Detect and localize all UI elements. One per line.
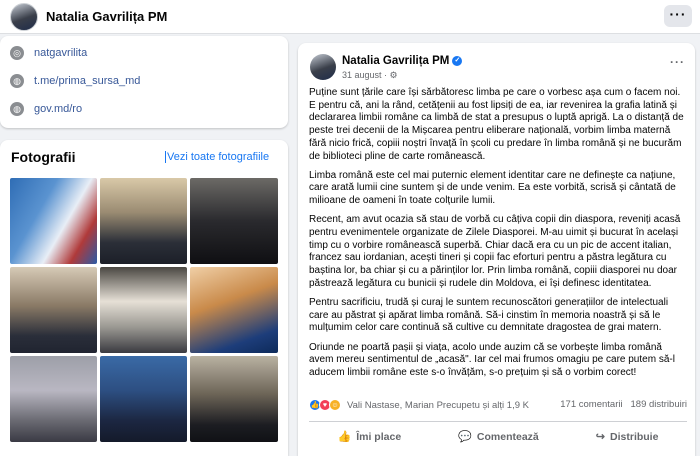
post-text: Puține sunt țările care își sărbătoresc … xyxy=(309,87,687,386)
more-options-button[interactable]: ··· xyxy=(664,5,692,27)
gov-link[interactable]: gov.md/ro xyxy=(34,103,82,115)
reactions-summary[interactable]: 👍 ♥ ☺ Vali Nastase, Marian Precupetu și … xyxy=(309,399,529,411)
globe-icon: ◍ xyxy=(10,102,24,116)
photo-thumbnail[interactable] xyxy=(190,178,278,264)
share-label: Distribuie xyxy=(610,430,659,443)
photo-thumbnail[interactable] xyxy=(100,178,187,264)
page-header: Natalia Gavrilița PM ··· xyxy=(0,0,700,34)
comment-button[interactable]: 💬 Comentează xyxy=(458,430,539,444)
comments-shares: 171 comentarii 189 distribuiri xyxy=(560,399,687,410)
post-author-avatar[interactable] xyxy=(310,54,336,80)
post-paragraph: Limba română este cel mai puternic eleme… xyxy=(309,169,676,207)
post-stats: 👍 ♥ ☺ Vali Nastase, Marian Precupetu și … xyxy=(309,399,687,413)
photos-card: Fotografii Vezi toate fotografiile xyxy=(0,140,288,456)
share-button[interactable]: ↪ Distribuie xyxy=(595,430,659,444)
like-icon: 👍 xyxy=(337,431,352,443)
photo-thumbnail[interactable] xyxy=(190,267,278,353)
instagram-link[interactable]: natgavrilita xyxy=(34,47,87,59)
care-reaction-icon: ☺ xyxy=(329,399,341,411)
reactions-text: Vali Nastase, Marian Precupetu și alți 1… xyxy=(347,399,529,411)
instagram-icon: ◎ xyxy=(10,46,24,60)
post-options-button[interactable]: ··· xyxy=(670,55,685,69)
post-paragraph: Pentru sacrificiu, trudă și curaj le sun… xyxy=(309,297,669,334)
photo-grid xyxy=(10,178,278,442)
post-actions: 👍 Îmi place 💬 Comentează ↪ Distribuie xyxy=(309,421,687,451)
intro-link-instagram[interactable]: ◎ natgavrilita xyxy=(10,44,87,62)
comments-count[interactable]: 171 comentarii xyxy=(560,399,622,410)
intro-link-telegram[interactable]: ◍ t.me/prima_sursa_md xyxy=(10,72,140,90)
photos-title: Fotografii xyxy=(11,149,76,165)
telegram-link[interactable]: t.me/prima_sursa_md xyxy=(34,75,140,87)
share-icon: ↪ xyxy=(595,431,606,443)
like-button[interactable]: 👍 Îmi place xyxy=(337,430,402,444)
photo-thumbnail[interactable] xyxy=(100,267,187,353)
like-label: Îmi place xyxy=(356,430,402,443)
post-paragraph: Recent, am avut ocazia să stau de vorbă … xyxy=(309,214,681,289)
shares-count[interactable]: 189 distribuiri xyxy=(631,399,688,410)
post-timestamp[interactable]: 31 august · ⚙ xyxy=(342,70,398,81)
post-paragraph: Puține sunt țările care își sărbătoresc … xyxy=(309,87,684,162)
verified-badge-icon: ✓ xyxy=(452,55,463,66)
intro-link-gov[interactable]: ◍ gov.md/ro xyxy=(10,100,82,118)
photo-thumbnail[interactable] xyxy=(190,356,278,442)
comment-icon: 💬 xyxy=(458,431,472,443)
see-all-photos-link[interactable]: Vezi toate fotografiile xyxy=(165,151,269,163)
page-avatar[interactable] xyxy=(10,3,38,31)
globe-icon: ◍ xyxy=(10,74,24,88)
photo-thumbnail[interactable] xyxy=(10,267,97,353)
photo-thumbnail[interactable] xyxy=(10,178,97,264)
photo-thumbnail[interactable] xyxy=(100,356,187,442)
page-title[interactable]: Natalia Gavrilița PM xyxy=(46,9,167,24)
intro-card: ◎ natgavrilita ◍ t.me/prima_sursa_md ◍ g… xyxy=(0,36,288,128)
post-author-name[interactable]: Natalia Gavrilița PM ✓ xyxy=(342,55,463,67)
comment-label: Comentează xyxy=(476,430,539,443)
post-paragraph: Oriunde ne poartă pașii și viața, acolo … xyxy=(309,341,675,379)
post-card: Natalia Gavrilița PM ✓ 31 august · ⚙ ··· … xyxy=(298,43,695,456)
photo-thumbnail[interactable] xyxy=(10,356,97,442)
